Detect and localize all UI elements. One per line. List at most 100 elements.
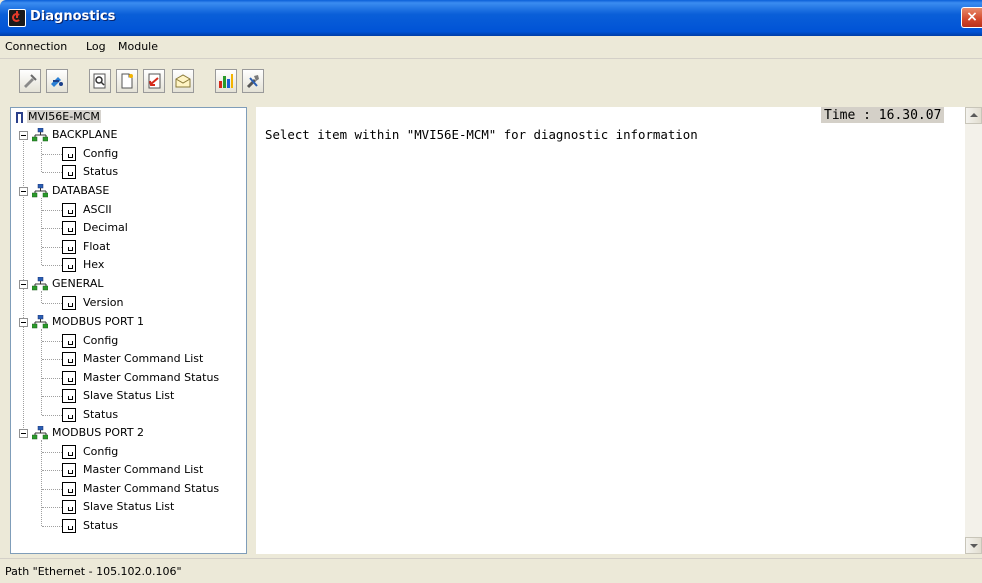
tools-button[interactable]: [242, 69, 264, 93]
app-icon: [8, 9, 26, 27]
scroll-down-button[interactable]: [965, 537, 982, 554]
tree-item-port2-config[interactable]: Config: [11, 443, 241, 461]
tree-item-general-version[interactable]: Version: [11, 294, 241, 312]
menu-log[interactable]: Log: [86, 40, 106, 53]
tree-connector: [42, 172, 62, 173]
document-icon: [62, 147, 76, 161]
collapse-icon[interactable]: [19, 131, 28, 140]
document-icon: [62, 519, 76, 533]
tree-group-modbus-port-2[interactable]: MODBUS PORT 2: [11, 424, 241, 442]
tree-connector: [42, 247, 62, 248]
tree-item-port1-status[interactable]: Status: [11, 406, 241, 424]
tree-item-database-float[interactable]: Float: [11, 238, 241, 256]
tree-item-label: Master Command List: [83, 352, 204, 365]
find-icon: [93, 73, 106, 89]
document-icon: [62, 258, 76, 272]
tree-item-label: Decimal: [83, 221, 128, 234]
tree-item-label: Config: [83, 147, 119, 160]
tree-item-database-ascii[interactable]: ASCII: [11, 201, 241, 219]
tree-item-label: Master Command List: [83, 463, 204, 476]
tree-connector: [42, 228, 62, 229]
tree-connector: [42, 507, 62, 508]
chart-button[interactable]: [215, 69, 237, 93]
tree-item-label: Master Command Status: [83, 371, 220, 384]
tree-item-port2-status[interactable]: Status: [11, 517, 241, 535]
module-icon: [16, 112, 23, 123]
connection-path: Path "Ethernet - 105.102.0.106": [5, 565, 182, 578]
document-icon: [62, 334, 76, 348]
tree-connector: [42, 359, 62, 360]
document-icon: [62, 221, 76, 235]
tree-root[interactable]: MVI56E-MCM: [11, 108, 241, 126]
tree-group-general[interactable]: GENERAL: [11, 275, 241, 293]
document-icon: [62, 389, 76, 403]
document-icon: [62, 203, 76, 217]
tree-item-port1-master-command-list[interactable]: Master Command List: [11, 350, 241, 368]
bar-chart-icon: [219, 74, 233, 88]
tree-group-label: GENERAL: [52, 277, 104, 290]
tree-connector: [42, 526, 62, 527]
tree-item-label: Status: [83, 165, 119, 178]
tree-item-port1-slave-status-list[interactable]: Slave Status List: [11, 387, 241, 405]
tree-item-backplane-config[interactable]: Config: [11, 145, 241, 163]
tree-item-label: Master Command Status: [83, 482, 220, 495]
find-button[interactable]: [89, 69, 111, 93]
collapse-icon[interactable]: [19, 318, 28, 327]
document-icon: [62, 352, 76, 366]
disconnect-button[interactable]: [19, 69, 41, 93]
tree-item-label: Slave Status List: [83, 389, 175, 402]
menu-connection[interactable]: Connection: [5, 40, 67, 53]
collapse-icon[interactable]: [19, 280, 28, 289]
document-icon: [62, 240, 76, 254]
diagnostic-output[interactable]: Time : 16.30.07 Select item within "MVI5…: [256, 107, 965, 554]
tree-item-label: Config: [83, 334, 119, 347]
tree-connector: [42, 452, 62, 453]
download-icon: [148, 73, 161, 89]
collapse-icon[interactable]: [19, 429, 28, 438]
tree-item-port1-config[interactable]: Config: [11, 332, 241, 350]
tree-group-modbus-port-1[interactable]: MODBUS PORT 1: [11, 313, 241, 331]
tree-item-database-hex[interactable]: Hex: [11, 256, 241, 274]
collapse-icon[interactable]: [19, 187, 28, 196]
tree-item-database-decimal[interactable]: Decimal: [11, 219, 241, 237]
tree-item-port1-master-command-status[interactable]: Master Command Status: [11, 369, 241, 387]
tree-item-port2-master-command-status[interactable]: Master Command Status: [11, 480, 241, 498]
tree-group-label: MODBUS PORT 1: [52, 315, 145, 328]
module-tree[interactable]: MVI56E-MCM BACKPLANE Config Status DATAB…: [10, 107, 247, 554]
tree-item-port2-slave-status-list[interactable]: Slave Status List: [11, 498, 241, 516]
tree-item-backplane-status[interactable]: Status: [11, 163, 241, 181]
title-bar[interactable]: Diagnostics ×: [0, 0, 982, 36]
vertical-scrollbar[interactable]: [965, 107, 982, 554]
download-button[interactable]: [143, 69, 165, 93]
tree-item-label: Status: [83, 408, 119, 421]
tree-connector: [42, 470, 62, 471]
tree-item-label: Version: [83, 296, 124, 309]
tree-item-label: Slave Status List: [83, 500, 175, 513]
close-button[interactable]: ×: [961, 7, 982, 28]
new-log-button[interactable]: [116, 69, 138, 93]
status-bar: Path "Ethernet - 105.102.0.106": [0, 558, 982, 583]
tree-connector: [42, 415, 62, 416]
network-icon: [32, 184, 48, 198]
tree-connector: [42, 265, 62, 266]
scroll-up-button[interactable]: [965, 107, 982, 124]
document-icon: [62, 296, 76, 310]
document-icon: [62, 500, 76, 514]
mail-button[interactable]: [172, 69, 194, 93]
tree-connector: [42, 303, 62, 304]
tree-item-label: Config: [83, 445, 119, 458]
menu-module[interactable]: Module: [118, 40, 158, 53]
network-icon: [32, 315, 48, 329]
window-title: Diagnostics: [30, 9, 116, 24]
menu-bar: Connection Log Module: [0, 36, 982, 59]
document-icon: [62, 408, 76, 422]
tree-connector: [42, 210, 62, 211]
document-icon: [62, 463, 76, 477]
tree-item-port2-master-command-list[interactable]: Master Command List: [11, 461, 241, 479]
tree-connector: [42, 489, 62, 490]
network-icon: [32, 277, 48, 291]
connect-button[interactable]: [46, 69, 68, 93]
tree-group-database[interactable]: DATABASE: [11, 182, 241, 200]
diagnostic-message: Select item within "MVI56E-MCM" for diag…: [265, 127, 698, 142]
tree-group-backplane[interactable]: BACKPLANE: [11, 126, 241, 144]
